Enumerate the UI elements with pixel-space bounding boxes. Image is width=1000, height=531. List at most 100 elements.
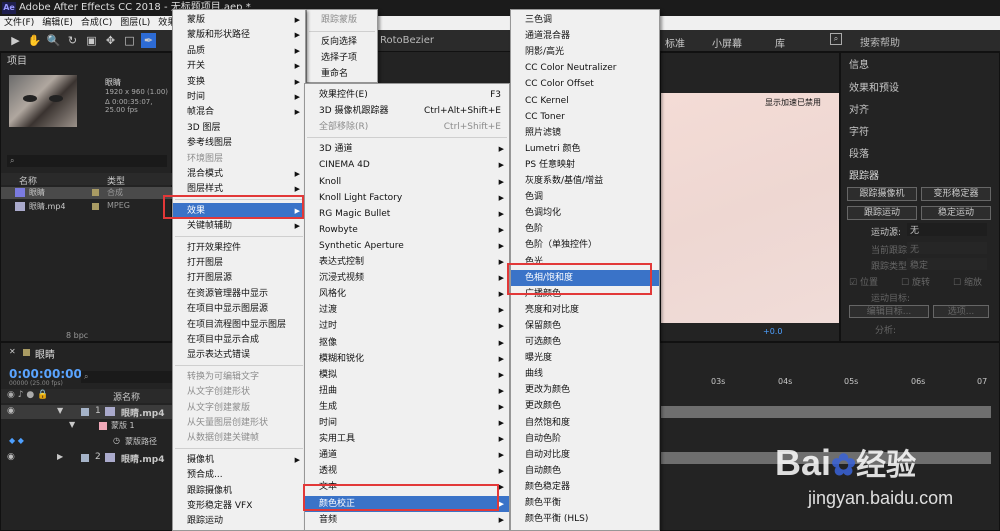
color-menu-item[interactable]: 自动颜色 xyxy=(511,463,659,479)
effect-menu-item[interactable]: CINEMA 4D ▶ xyxy=(305,157,509,173)
effect-menu-item[interactable]: 3D 通道 ▶ xyxy=(305,141,509,157)
color-menu-item[interactable]: 照片滤镜 xyxy=(511,125,659,141)
close-icon[interactable]: ✕ xyxy=(9,347,18,356)
layer-menu-item[interactable]: 转换为可编辑文字 xyxy=(173,369,305,385)
col-source-name[interactable]: 源名称 xyxy=(113,390,140,403)
expand-arrow-icon[interactable]: ▶ xyxy=(57,452,63,461)
rotate-tool-icon[interactable]: ↻ xyxy=(65,33,80,48)
layer-menu-item[interactable]: 3D 图层 xyxy=(173,120,305,136)
layer-menu-item[interactable]: 打开图层 xyxy=(173,255,305,271)
menu-composition[interactable]: 合成(C) xyxy=(81,18,112,28)
workspace-small-screen[interactable]: 小屏幕 xyxy=(712,35,742,50)
layer-menu-item[interactable]: 从数据创建关键帧 xyxy=(173,430,305,446)
effect-menu-item[interactable]: 扭曲 ▶ xyxy=(305,383,509,399)
menu-invert-select[interactable]: 反向选择 xyxy=(307,34,377,50)
color-menu-item[interactable]: CC Color Offset xyxy=(511,76,659,92)
mask-path-row[interactable]: ◆ ◆ ◷ 蒙版路径 xyxy=(1,435,173,449)
effect-menu-item[interactable]: 模拟 ▶ xyxy=(305,367,509,383)
menu-file[interactable]: 文件(F) xyxy=(4,18,34,28)
hand-tool-icon[interactable]: ✋ xyxy=(27,33,42,48)
menu-layer[interactable]: 图层(L) xyxy=(120,18,150,28)
effect-menu-item[interactable]: RG Magic Bullet ▶ xyxy=(305,206,509,222)
layer-menu-item[interactable]: 打开图层源 xyxy=(173,270,305,286)
layer-menu-item[interactable]: 变换 ▶ xyxy=(173,74,305,90)
viewer-canvas[interactable] xyxy=(661,93,839,323)
effect-menu-item[interactable]: 通道 ▶ xyxy=(305,447,509,463)
color-menu-item[interactable]: 自然饱和度 xyxy=(511,415,659,431)
pen-tool-icon[interactable]: ✒ xyxy=(141,33,156,48)
menu-select-children[interactable]: 选择子项 xyxy=(307,50,377,66)
pan-tool-icon[interactable]: ✥ xyxy=(103,33,118,48)
layer-row[interactable]: ◉ ▼ 1 眼睛.mp4 xyxy=(1,405,173,419)
layer-menu-item[interactable]: 摄像机 ▶ xyxy=(173,452,305,468)
color-menu-item[interactable]: 色阶 xyxy=(511,221,659,237)
current-track-select[interactable]: 无 xyxy=(907,242,987,255)
color-menu-item[interactable]: 更改颜色 xyxy=(511,398,659,414)
effect-menu-item[interactable]: 实用工具 ▶ xyxy=(305,431,509,447)
layer-menu-item[interactable]: 在资源管理器中显示 xyxy=(173,286,305,302)
panel-character[interactable]: 字符 xyxy=(849,123,869,138)
color-menu-item[interactable]: 阴影/高光 xyxy=(511,44,659,60)
project-search-input[interactable]: ⌕ xyxy=(7,155,167,167)
effect-menu-item[interactable]: 抠像 ▶ xyxy=(305,335,509,351)
expand-arrow-icon[interactable]: ▼ xyxy=(57,406,63,415)
timeline-tab[interactable]: 眼睛 xyxy=(35,346,55,361)
effect-menu-item[interactable]: 沉浸式视频 ▶ xyxy=(305,270,509,286)
layer-menu-item[interactable]: 变形稳定器 VFX xyxy=(173,498,305,514)
time-ruler[interactable]: 03s 04s 05s 06s 07 xyxy=(661,377,1000,391)
timeline-search-input[interactable]: ⌕ xyxy=(81,371,173,383)
layer-bar[interactable] xyxy=(661,406,991,418)
panel-info[interactable]: 信息 xyxy=(849,56,869,71)
color-menu-item[interactable]: 颜色稳定器 xyxy=(511,479,659,495)
color-menu-item[interactable]: 可选颜色 xyxy=(511,334,659,350)
menu-rename[interactable]: 重命名 xyxy=(307,66,377,82)
menu-track-mask[interactable]: 跟踪蒙版 xyxy=(307,12,377,28)
color-menu-item[interactable]: 颜色平衡 (HLS) xyxy=(511,511,659,527)
workspace-library[interactable]: 库 xyxy=(775,35,785,50)
rotation-checkbox[interactable]: ☐ 旋转 xyxy=(901,275,930,288)
layer-menu-item[interactable]: 帧混合 ▶ xyxy=(173,104,305,120)
effect-menu-item[interactable]: Knoll Light Factory ▶ xyxy=(305,190,509,206)
effect-menu-item[interactable]: 音频 ▶ xyxy=(305,512,509,528)
layer-menu-item[interactable]: 跟踪摄像机 xyxy=(173,483,305,499)
layer-menu-item[interactable]: 关键帧辅助 ▶ xyxy=(173,218,305,234)
color-menu-item[interactable]: 色阶（单独控件） xyxy=(511,237,659,253)
layer-menu-item[interactable]: 参考线图层 xyxy=(173,135,305,151)
stabilize-motion-button[interactable]: 稳定运动 xyxy=(921,206,991,220)
layer-menu-item[interactable]: 时间 ▶ xyxy=(173,89,305,105)
scale-checkbox[interactable]: ☐ 缩放 xyxy=(953,275,982,288)
effect-menu-item[interactable]: Rowbyte ▶ xyxy=(305,222,509,238)
layer-menu-item[interactable]: 在项目中显示合成 xyxy=(173,332,305,348)
layer-row[interactable]: ◉ ▶ 2 眼睛.mp4 xyxy=(1,451,173,465)
layer-menu-item[interactable]: 开关 ▶ xyxy=(173,58,305,74)
zoom-tool-icon[interactable]: 🔍 xyxy=(46,33,61,48)
search-help-input[interactable]: 搜索帮助 xyxy=(860,34,900,49)
exposure-value[interactable]: +0.0 xyxy=(763,327,782,336)
effect-menu-item[interactable]: 模糊和锐化 ▶ xyxy=(305,351,509,367)
color-menu-item[interactable]: 曲线 xyxy=(511,366,659,382)
color-menu-item[interactable]: 通道混合器 xyxy=(511,28,659,44)
layer-menu-item[interactable]: 混合模式 ▶ xyxy=(173,166,305,182)
project-item[interactable]: 眼睛 合成 xyxy=(1,187,173,199)
effect-menu-item[interactable]: 过渡 ▶ xyxy=(305,302,509,318)
rotobezier-label[interactable]: RotoBezier xyxy=(380,35,434,46)
camera-tool-icon[interactable]: ▣ xyxy=(84,33,99,48)
layer-menu-item[interactable]: 在项目流程图中显示图层 xyxy=(173,317,305,333)
keyframe-icon[interactable]: ◆ ◆ xyxy=(9,436,24,445)
effect-menu-item[interactable]: 透视 ▶ xyxy=(305,463,509,479)
track-camera-button[interactable]: 跟踪摄像机 xyxy=(847,187,917,201)
search-help-icon[interactable]: ⌕ xyxy=(830,33,842,45)
color-menu-item[interactable]: PS 任意映射 xyxy=(511,157,659,173)
effect-menu-item[interactable]: 过时 ▶ xyxy=(305,318,509,334)
layer-menu-item[interactable]: 品质 ▶ xyxy=(173,43,305,59)
layer-menu-item[interactable]: 从文字创建蒙版 xyxy=(173,400,305,416)
eye-icon[interactable]: ◉ xyxy=(7,406,15,416)
panel-align[interactable]: 对齐 xyxy=(849,101,869,116)
workspace-standard[interactable]: 标准 xyxy=(665,35,685,50)
layer-menu-item[interactable]: 显示表达式错误 xyxy=(173,347,305,363)
layer-menu-item[interactable]: 蒙版和形状路径 ▶ xyxy=(173,27,305,43)
rect-tool-icon[interactable]: □ xyxy=(122,33,137,48)
stopwatch-icon[interactable]: ◷ xyxy=(113,436,120,445)
effect-menu-item[interactable]: 风格化 ▶ xyxy=(305,286,509,302)
expand-arrow-icon[interactable]: ▼ xyxy=(69,420,75,429)
